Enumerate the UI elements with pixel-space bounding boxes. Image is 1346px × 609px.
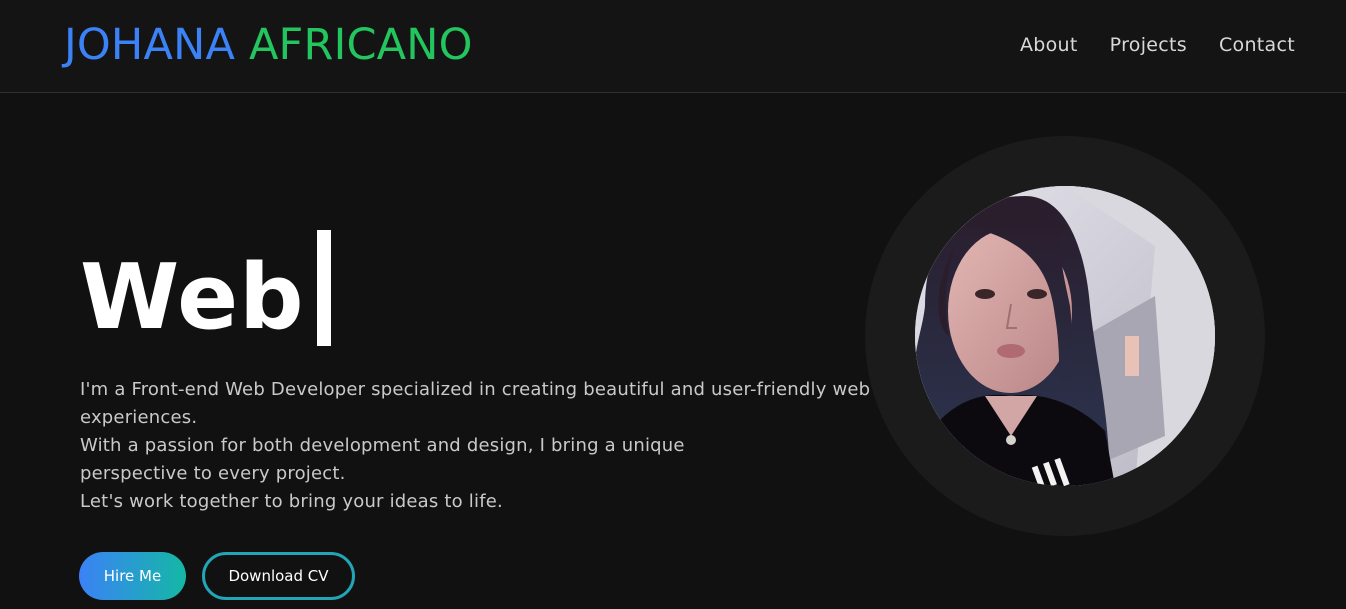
nav-link-contact[interactable]: Contact <box>1219 32 1295 58</box>
typing-cursor <box>316 230 331 346</box>
brand-logo[interactable]: JOHANA AFRICANO <box>64 20 473 70</box>
profile-photo-illustration <box>915 186 1215 486</box>
typed-word: Web <box>80 245 305 350</box>
cta-buttons: Hire Me Download CV <box>79 552 355 600</box>
brand-last-name: AFRICANO <box>248 20 473 70</box>
bio-paragraph-2: With a passion for both development and … <box>80 435 685 484</box>
download-cv-button[interactable]: Download CV <box>202 552 355 600</box>
bio-paragraph-1: I'm a Front-end Web Developer specialize… <box>80 379 871 428</box>
bio-paragraph-3: Let's work together to bring your ideas … <box>80 491 503 512</box>
hero-heading: Web <box>80 228 331 348</box>
brand-first-name: JOHANA <box>64 20 236 70</box>
main-nav: About Projects Contact <box>1020 32 1295 58</box>
portrait-ring <box>865 136 1265 536</box>
hire-me-button[interactable]: Hire Me <box>79 552 186 600</box>
hero-bio: I'm a Front-end Web Developer specialize… <box>80 376 880 516</box>
profile-photo <box>915 186 1215 486</box>
nav-link-about[interactable]: About <box>1020 32 1078 58</box>
nav-link-projects[interactable]: Projects <box>1110 32 1187 58</box>
site-header: JOHANA AFRICANO About Projects Contact <box>0 0 1346 93</box>
